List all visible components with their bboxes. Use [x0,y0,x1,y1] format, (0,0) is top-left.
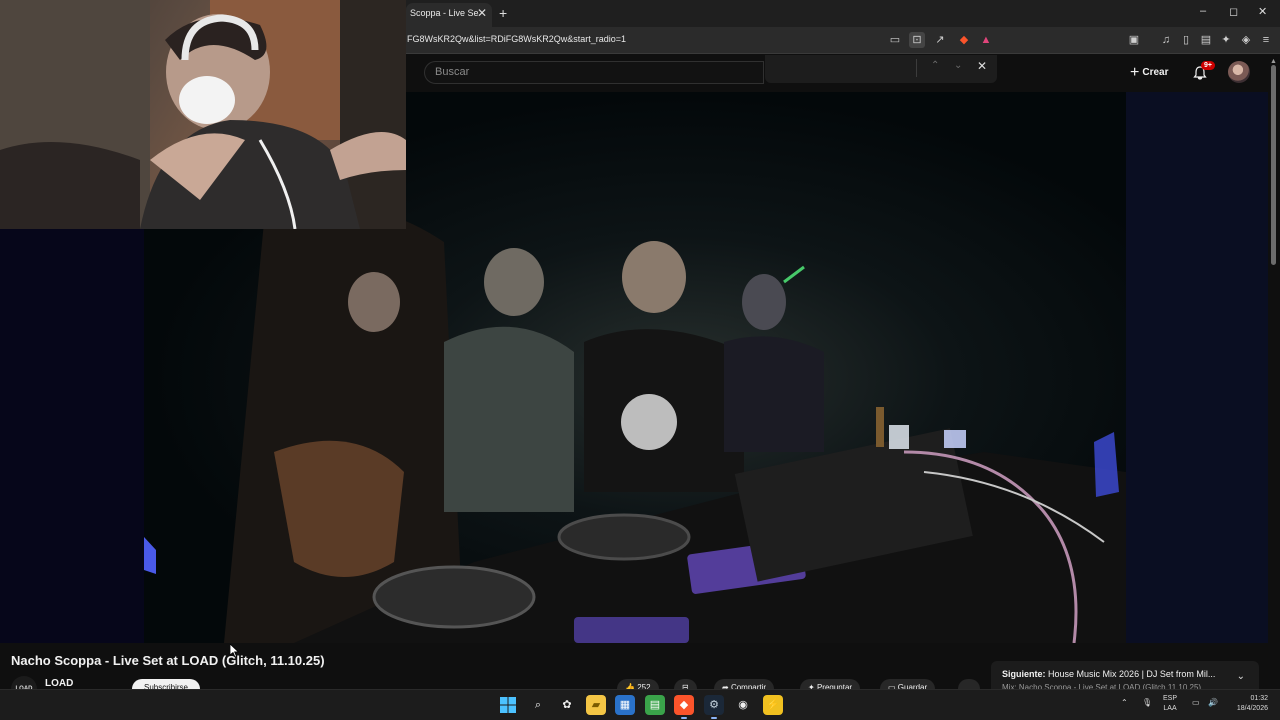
tattoo-area [274,440,404,577]
language-indicator[interactable]: ESP LAA [1163,694,1177,714]
chevron-down-icon[interactable]: ⌄ [1237,671,1245,682]
tab-close-icon[interactable]: ✕ [477,3,487,23]
avatar[interactable] [1228,61,1250,83]
brave-shield-icon[interactable]: ◆ [956,32,972,48]
search-icon[interactable]: ⌕ [528,695,548,715]
shirt-graphic [621,394,677,450]
windows-start-icon[interactable] [498,695,518,715]
left-dark-panel [0,229,144,643]
maximize-icon[interactable]: ◻ [1229,5,1238,18]
app-icon[interactable]: ⚡ [763,695,783,715]
find-next-icon[interactable]: ⌄ [954,60,962,71]
browser-tab[interactable]: Scoppa - Live Se ✕ [406,3,492,27]
create-button[interactable]: + Crear [1130,64,1168,82]
new-tab-icon[interactable]: + [499,5,507,21]
headphones-earcup [179,76,235,124]
language-layout: LAA [1163,705,1177,712]
wallet-icon[interactable]: ▤ [1198,32,1214,48]
chair [0,142,140,229]
cup [889,425,909,449]
create-label: Crear [1142,67,1169,78]
language-code: ESP [1163,695,1178,702]
page-scrollbar[interactable]: ▲ [1268,55,1280,689]
vpn-icon[interactable]: ◈ [1238,32,1254,48]
laser-light [783,265,805,284]
search-input[interactable]: Buscar [424,61,764,84]
tab-title: Scoppa - Live Se [410,8,479,18]
close-window-icon[interactable]: ✕ [1258,5,1267,18]
blue-light [1094,432,1119,497]
chatgpt-icon[interactable]: ✿ [557,695,577,715]
turntable-left [372,565,536,629]
screen: Scoppa - Live Se ✕ + – ◻ ✕ FG8WsKR2Qw&li… [0,0,1280,720]
up-next-panel[interactable]: Siguiente: House Music Mix 2026 | DJ Set… [991,661,1259,692]
webcam-frame [0,0,406,229]
person-head [742,274,786,330]
file-explorer-icon[interactable]: ▰ [586,695,606,715]
microphone-icon[interactable]: 🎙 [1142,698,1152,707]
spreadsheet-icon[interactable]: ▤ [645,695,665,715]
up-next-title: House Music Mix 2026 | DJ Set from Mil..… [1048,669,1216,679]
person-head [348,272,400,332]
webcam-overlay [0,0,406,229]
find-bar: ⌃ ⌄ ✕ [765,55,997,83]
cast-icon[interactable]: ▭ [887,32,903,48]
notification-badge: 9+ [1201,61,1215,70]
person-head [622,241,686,313]
find-divider [916,59,917,77]
taskbar: ⌕ ✿ ▰ ▦ ▤ ◆ ⚙ ◉ ⚡ ⌃ 🎙 ESP LAA ▭ 🔊 01:32 … [0,689,1280,720]
cup [944,430,966,448]
sidebar-icon[interactable]: ▯ [1178,32,1194,48]
person-body [444,326,574,512]
leo-ai-icon[interactable]: ✦ [1218,32,1234,48]
clock-date: 18/4/2026 [1236,705,1268,712]
volume-icon[interactable]: 🔊 [1208,698,1218,707]
scroll-thumb[interactable] [1271,65,1276,265]
obs-icon[interactable]: ◉ [733,695,753,715]
mouse-cursor-icon [230,644,240,658]
right-dark-panel [1126,92,1268,643]
steam-icon[interactable]: ⚙ [704,695,724,719]
person-body [724,336,824,452]
rewards-icon[interactable]: ▲ [978,32,994,48]
channel-name[interactable]: LOAD [45,678,73,689]
menu-icon[interactable]: ≡ [1258,32,1274,48]
network-icon[interactable]: ▭ [1192,698,1200,707]
url-text[interactable]: FG8WsKR2Qw&list=RDiFG8WsKR2Qw&start_radi… [407,34,626,44]
minimize-icon[interactable]: – [1200,5,1206,17]
up-next-label: Siguiente: [1002,669,1046,679]
find-previous-icon[interactable]: ⌃ [931,60,939,71]
clock[interactable]: 01:32 18/4/2026 [1226,694,1268,714]
turntable-right [557,513,691,561]
find-close-icon[interactable]: ✕ [977,59,987,73]
blue-light [144,537,156,574]
brave-browser-icon[interactable]: ◆ [674,695,694,719]
plus-icon: + [1130,64,1140,81]
cdj-screen [574,617,689,643]
bottle [876,407,884,447]
video-title: Nacho Scoppa - Live Set at LOAD (Glitch,… [11,653,325,668]
store-icon[interactable]: ▦ [615,695,635,715]
share-icon[interactable]: ↗ [932,32,948,48]
reader-mode-icon[interactable]: ▣ [1126,32,1142,48]
scroll-up-icon[interactable]: ▲ [1270,58,1277,65]
tray-overflow-icon[interactable]: ⌃ [1121,698,1128,707]
up-next-text: Siguiente: House Music Mix 2026 | DJ Set… [1002,669,1215,679]
media-icon[interactable]: ♫ [1158,32,1174,48]
screenshot-icon[interactable]: ⊡ [909,32,925,48]
person-head [484,248,544,316]
clock-time: 01:32 [1250,695,1268,702]
